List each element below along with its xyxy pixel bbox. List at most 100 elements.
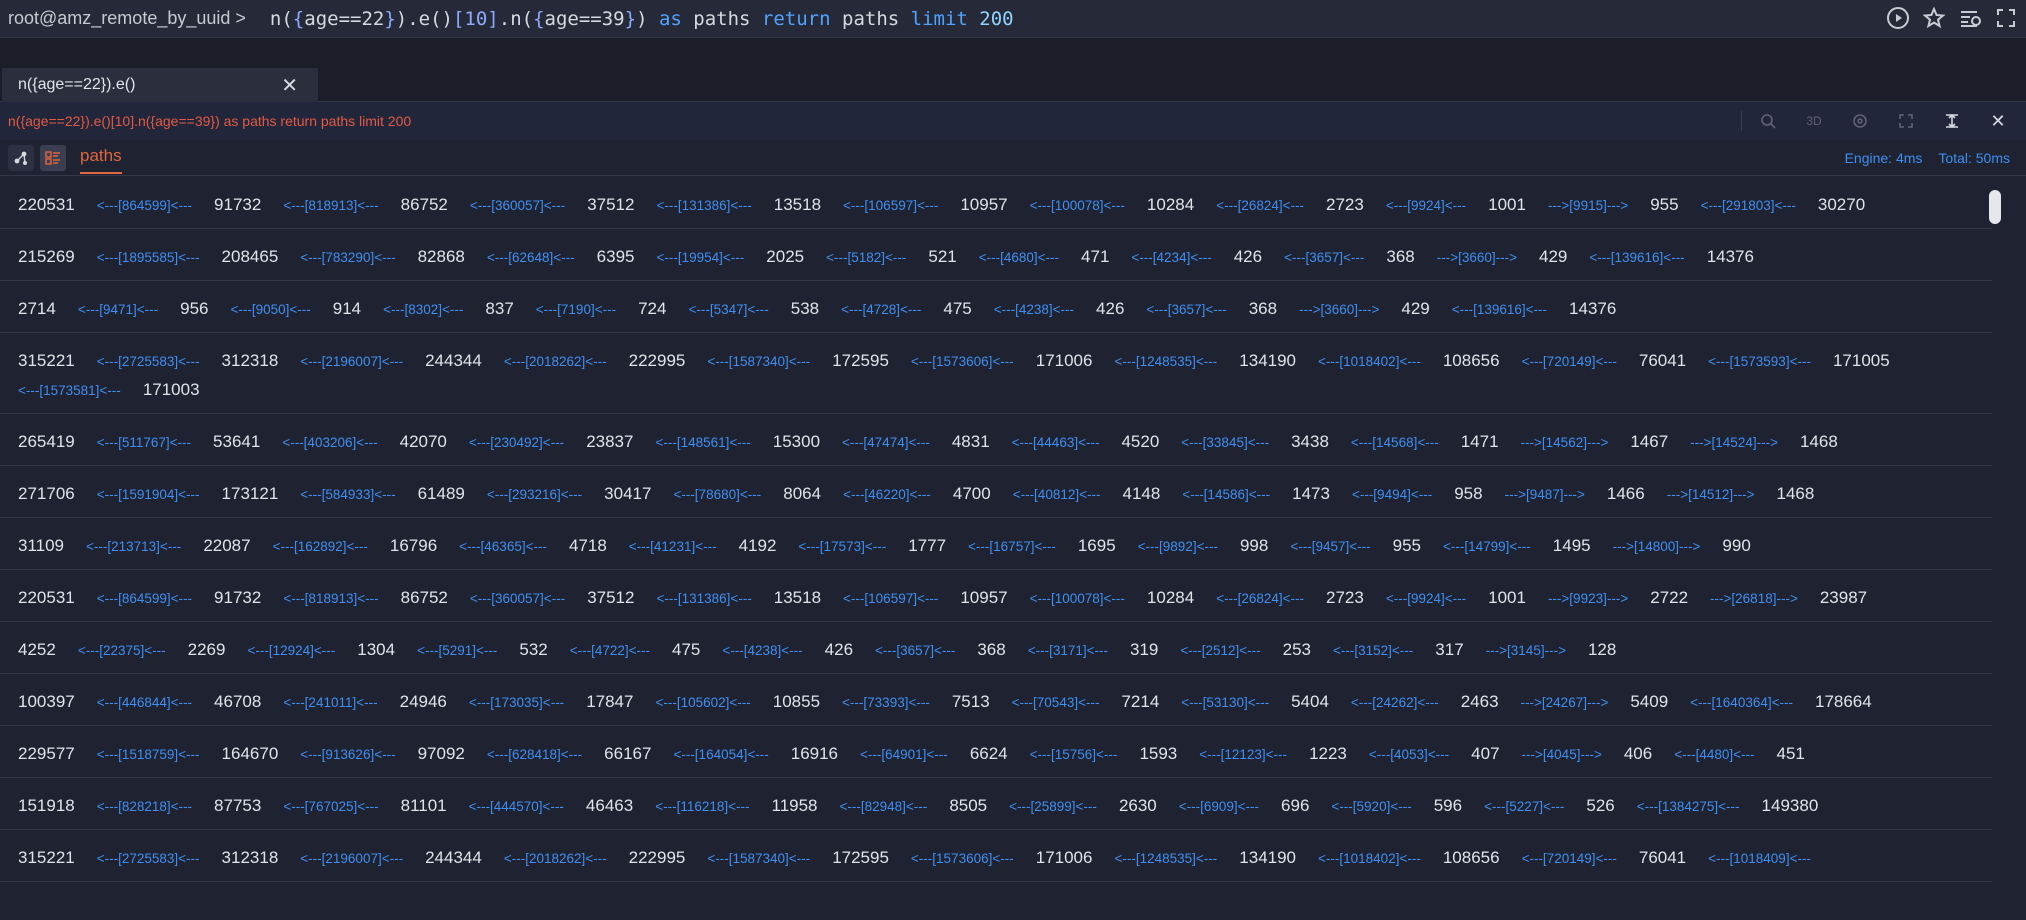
edge-link[interactable]: --->[14512]--->	[1667, 481, 1755, 509]
path-row[interactable]: 2714 <---[9471]<--- 956 <---[9050]<--- 914 <-…	[0, 281, 1992, 333]
edge-link[interactable]: <---[6909]<---	[1179, 793, 1259, 821]
edge-link[interactable]: <---[26824]<---	[1216, 192, 1304, 220]
edge-link[interactable]: <---[2725583]<---	[97, 845, 200, 873]
3d-view-icon[interactable]: 3D	[1794, 108, 1834, 134]
edge-link[interactable]: <---[720149]<---	[1522, 845, 1617, 873]
edge-link[interactable]: <---[293216]<---	[487, 481, 582, 509]
edge-link[interactable]: <---[4234]<---	[1131, 244, 1211, 272]
edge-link[interactable]: <---[139616]<---	[1589, 244, 1684, 272]
edge-link[interactable]: --->[9915]--->	[1548, 192, 1628, 220]
edge-link[interactable]: <---[16757]<---	[968, 533, 1056, 561]
edge-link[interactable]: <---[4238]<---	[722, 637, 802, 665]
graph-view-icon[interactable]	[8, 145, 34, 171]
edge-link[interactable]: <---[162892]<---	[273, 533, 368, 561]
edge-link[interactable]: --->[14524]--->	[1690, 429, 1778, 457]
table-view-icon[interactable]	[40, 145, 66, 171]
result-tab[interactable]: n({age==22}).e() ✕	[2, 68, 318, 102]
edge-link[interactable]: <---[4728]<---	[841, 296, 921, 324]
edge-link[interactable]: <---[360057]<---	[470, 585, 565, 613]
edge-link[interactable]: --->[14800]--->	[1613, 533, 1701, 561]
path-row[interactable]: 31109 <---[213713]<--- 22087 <---[162892]<-…	[0, 518, 1992, 570]
edge-link[interactable]: <---[4680]<---	[979, 244, 1059, 272]
path-row[interactable]: 220531 <---[864599]<--- 91732 <---[818913]<…	[0, 570, 1992, 622]
edge-link[interactable]: <---[41231]<---	[629, 533, 717, 561]
edge-link[interactable]: <---[47474]<---	[842, 429, 930, 457]
edge-link[interactable]: <---[1018409]<---	[1708, 845, 1811, 873]
edge-link[interactable]: <---[1573593]<---	[1708, 348, 1811, 376]
edge-link[interactable]: <---[1640364]<---	[1690, 689, 1793, 717]
edge-link[interactable]: <---[783290]<---	[300, 244, 395, 272]
edge-link[interactable]: <---[53130]<---	[1181, 689, 1269, 717]
edge-link[interactable]: <---[5347]<---	[688, 296, 768, 324]
path-row[interactable]: 151918 <---[828218]<--- 87753 <---[767025]<…	[0, 778, 1992, 830]
scrollbar[interactable]	[1988, 186, 2002, 920]
edge-link[interactable]: <---[17573]<---	[798, 533, 886, 561]
edge-link[interactable]: --->[14562]--->	[1521, 429, 1609, 457]
edge-link[interactable]: <---[9494]<---	[1352, 481, 1432, 509]
edge-link[interactable]: <---[26824]<---	[1216, 585, 1304, 613]
edge-link[interactable]: <---[33845]<---	[1181, 429, 1269, 457]
path-row[interactable]: 215269 <---[1895585]<--- 208465 <---[783290…	[0, 229, 1992, 281]
edge-link[interactable]: <---[62648]<---	[487, 244, 575, 272]
edge-link[interactable]: <---[1248535]<---	[1114, 348, 1217, 376]
edge-link[interactable]: <---[2018262]<---	[504, 845, 607, 873]
edge-link[interactable]: <---[9892]<---	[1138, 533, 1218, 561]
edge-link[interactable]: <---[46365]<---	[459, 533, 547, 561]
edge-link[interactable]: <---[5291]<---	[417, 637, 497, 665]
edge-link[interactable]: <---[44463]<---	[1012, 429, 1100, 457]
edge-link[interactable]: <---[4480]<---	[1674, 741, 1754, 769]
edge-link[interactable]: <---[1018402]<---	[1318, 845, 1421, 873]
edge-link[interactable]: <---[241011]<---	[283, 689, 377, 717]
split-icon[interactable]	[1932, 108, 1972, 134]
edge-link[interactable]: --->[3145]--->	[1486, 637, 1566, 665]
edge-link[interactable]: <---[105602]<---	[655, 689, 750, 717]
edge-link[interactable]: --->[3660]--->	[1437, 244, 1517, 272]
edge-link[interactable]: <---[46220]<---	[843, 481, 931, 509]
edge-link[interactable]: <---[70543]<---	[1012, 689, 1100, 717]
edge-link[interactable]: <---[14799]<---	[1443, 533, 1531, 561]
edge-link[interactable]: <---[100078]<---	[1030, 585, 1125, 613]
query-editor[interactable]: n({age==22}).e()[10].n({age==39}) as pat…	[270, 8, 1014, 30]
edge-link[interactable]: <---[767025]<---	[283, 793, 378, 821]
edge-link[interactable]: <---[818913]<---	[283, 192, 378, 220]
scrollbar-thumb[interactable]	[1989, 190, 2001, 224]
search-icon[interactable]	[1748, 108, 1788, 134]
fullscreen-icon[interactable]	[1992, 4, 2020, 32]
edge-link[interactable]: <---[106597]<---	[843, 585, 938, 613]
edge-link[interactable]: <---[14568]<---	[1351, 429, 1439, 457]
edge-link[interactable]: <---[148561]<---	[655, 429, 750, 457]
edge-link[interactable]: <---[131386]<---	[656, 192, 751, 220]
path-row[interactable]: 265419 <---[511767]<--- 53641 <---[403206]<…	[0, 414, 1992, 466]
tab-paths[interactable]: paths	[80, 146, 122, 174]
edge-link[interactable]: <---[2196007]<---	[300, 348, 403, 376]
edge-link[interactable]: <---[100078]<---	[1030, 192, 1125, 220]
edge-link[interactable]: <---[1518759]<---	[97, 741, 200, 769]
edge-link[interactable]: <---[720149]<---	[1522, 348, 1617, 376]
path-row[interactable]: 229577 <---[1518759]<--- 164670 <---[913626…	[0, 726, 1992, 778]
path-row[interactable]: 315221 <---[2725583]<--- 312318 <---[219600…	[0, 333, 1992, 414]
edge-link[interactable]: <---[2018262]<---	[504, 348, 607, 376]
edge-link[interactable]: <---[3657]<---	[1284, 244, 1364, 272]
edge-link[interactable]: <---[14586]<---	[1182, 481, 1270, 509]
edge-link[interactable]: <---[3657]<---	[1146, 296, 1226, 324]
edge-link[interactable]: --->[9487]--->	[1505, 481, 1585, 509]
edge-link[interactable]: <---[511767]<---	[97, 429, 191, 457]
path-row[interactable]: 271706 <---[1591904]<--- 173121 <---[584933…	[0, 466, 1992, 518]
edge-link[interactable]: <---[5920]<---	[1331, 793, 1411, 821]
edge-link[interactable]: <---[864599]<---	[97, 585, 192, 613]
expand-icon[interactable]	[1886, 108, 1926, 134]
star-icon[interactable]	[1920, 4, 1948, 32]
close-icon[interactable]: ✕	[1978, 108, 2018, 134]
edge-link[interactable]: <---[444570]<---	[469, 793, 564, 821]
edge-link[interactable]: --->[26818]--->	[1710, 585, 1798, 613]
edge-link[interactable]: <---[131386]<---	[656, 585, 751, 613]
edge-link[interactable]: <---[8302]<---	[383, 296, 463, 324]
edge-link[interactable]: <---[1591904]<---	[97, 481, 200, 509]
edge-link[interactable]: <---[360057]<---	[470, 192, 565, 220]
edge-link[interactable]: <---[3152]<---	[1333, 637, 1413, 665]
edge-link[interactable]: <---[19954]<---	[656, 244, 744, 272]
edge-link[interactable]: <---[1573581]<---	[18, 377, 121, 405]
edge-link[interactable]: <---[828218]<---	[97, 793, 192, 821]
edge-link[interactable]: <---[4053]<---	[1369, 741, 1449, 769]
edge-link[interactable]: <---[73393]<---	[842, 689, 930, 717]
